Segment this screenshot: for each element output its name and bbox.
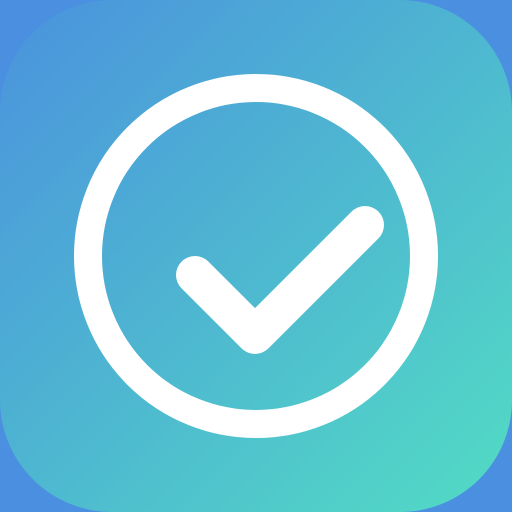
app-icon[interactable] xyxy=(0,0,512,512)
app-icon-graphic xyxy=(0,0,512,512)
